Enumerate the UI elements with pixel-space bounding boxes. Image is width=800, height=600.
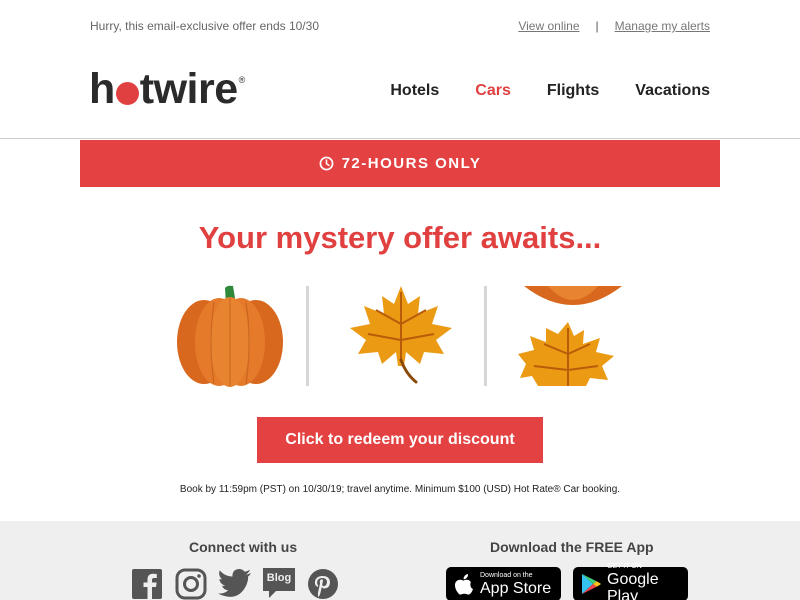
google-play-small-text: GET IT ON <box>607 563 642 570</box>
blog-label: Blog <box>266 572 292 584</box>
hotwire-logo[interactable]: h twire ® <box>89 65 246 113</box>
pre-header: Hurry, this email-exclusive offer ends 1… <box>0 0 800 52</box>
maple-leaf-icon <box>346 284 456 393</box>
headline: Your mystery offer awaits... <box>198 220 602 255</box>
redeem-discount-button[interactable]: Click to redeem your discount <box>257 417 543 463</box>
main-nav: Hotels Cars Flights Vacations <box>390 82 710 100</box>
partial-pumpkin-and-leaf-icon <box>518 284 628 393</box>
social-links: Blog <box>130 567 340 600</box>
facebook-icon[interactable] <box>130 567 164 600</box>
pumpkin-icon <box>174 284 286 393</box>
pinterest-icon[interactable] <box>306 567 340 600</box>
logo-registered-mark: ® <box>238 75 246 85</box>
app-title: Download the FREE App <box>490 539 654 555</box>
instagram-icon[interactable] <box>174 567 208 600</box>
image-divider-1 <box>306 286 309 386</box>
google-play-text: GET IT ON Google Play <box>607 563 680 600</box>
nav-cars[interactable]: Cars <box>475 82 511 100</box>
manage-alerts-link[interactable]: Manage my alerts <box>615 19 710 33</box>
logo-text-end: twire <box>139 64 238 113</box>
app-badges: Download on the App Store GET IT ON Goog… <box>446 563 688 600</box>
google-play-icon <box>581 573 601 595</box>
nav-flights[interactable]: Flights <box>547 82 599 100</box>
banner-text: 72-HOURS ONLY <box>341 155 482 172</box>
apple-icon <box>454 573 474 595</box>
app-store-text: Download on the App Store <box>480 572 551 597</box>
twitter-icon[interactable] <box>218 567 252 600</box>
nav-vacations[interactable]: Vacations <box>635 82 710 100</box>
logo-dot-icon <box>115 81 139 105</box>
footer: Connect with us Download the FREE App Bl… <box>0 521 800 600</box>
fine-print: Book by 11:59pm (PST) on 10/30/19; trave… <box>179 484 621 495</box>
offer-images <box>0 284 800 388</box>
google-play-big-text: Google Play <box>607 571 659 600</box>
preheader-links: View online | Manage my alerts <box>518 19 710 33</box>
nav-hotels[interactable]: Hotels <box>390 82 439 100</box>
clock-icon <box>319 156 334 171</box>
app-store-big-text: App Store <box>480 579 552 597</box>
view-online-link[interactable]: View online <box>518 19 579 33</box>
connect-title: Connect with us <box>189 539 298 555</box>
app-store-small-text: Download on the <box>480 571 533 579</box>
google-play-badge[interactable]: GET IT ON Google Play <box>573 563 688 600</box>
image-divider-2 <box>484 286 487 386</box>
blog-icon[interactable]: Blog <box>262 567 296 600</box>
logo-text-start: h <box>89 64 115 113</box>
promo-banner: 72-HOURS ONLY <box>80 140 720 187</box>
preheader-text: Hurry, this email-exclusive offer ends 1… <box>90 19 319 33</box>
app-store-badge[interactable]: Download on the App Store <box>446 567 561 600</box>
header: h twire ® Hotels Cars Flights Vacations <box>0 52 800 139</box>
link-separator: | <box>595 19 599 33</box>
